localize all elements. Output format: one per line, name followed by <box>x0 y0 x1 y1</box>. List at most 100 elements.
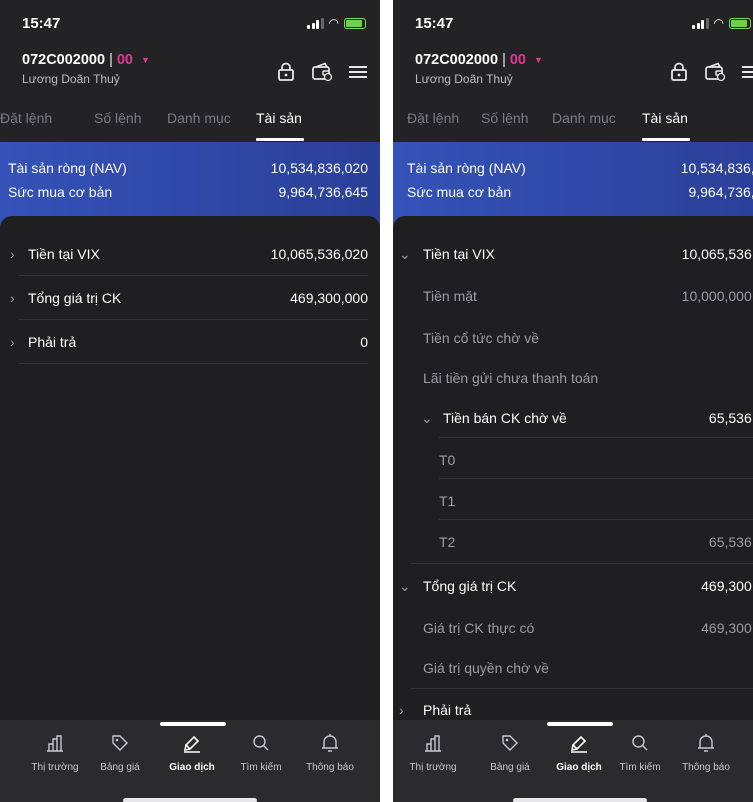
chart-icon <box>425 735 441 752</box>
nav-bang-gia[interactable]: Bảng giá <box>475 732 545 773</box>
signal-icon <box>692 17 709 29</box>
row-t0: T0 0 <box>393 438 753 482</box>
row-label: Giá trị CK thực có <box>423 620 535 636</box>
row-gia-tri-quyen: Giá trị quyền chờ về 0 <box>393 646 753 690</box>
account-selector[interactable]: 072C002000 | 00 ▼ Lương Doãn Thuỷ <box>22 52 150 86</box>
row-label: Tiền bán CK chờ về <box>443 410 567 426</box>
nav-value: 10,534,836,020 <box>270 160 368 176</box>
divider <box>18 363 368 364</box>
row-label: Lãi tiền gửi chưa thanh toán <box>423 370 599 386</box>
bottom-navigation: Thị trường Bảng giá Giao dịch Tìm kiếm T… <box>0 720 380 802</box>
row-tien-ban-ck[interactable]: ⌄ Tiền bán CK chờ về 65,536,020 <box>393 396 753 440</box>
tab-danh-muc[interactable]: Danh mục <box>167 110 231 126</box>
chevron-down-icon: ⌄ <box>399 577 411 594</box>
buying-power-value: 9,964,736,645 <box>278 184 368 200</box>
row-value: 65,536,020 <box>708 534 753 550</box>
chevron-down-icon: ⌄ <box>421 409 433 426</box>
lock-icon[interactable] <box>670 62 688 82</box>
dropdown-caret-icon[interactable]: ▼ <box>141 55 150 65</box>
status-time: 15:47 <box>22 15 61 32</box>
tag-icon <box>502 735 518 751</box>
row-phai-tra[interactable]: › Phải trả 0 <box>0 320 380 364</box>
row-label: Giá trị quyền chờ về <box>423 660 549 676</box>
tab-dat-lenh[interactable]: Đặt lệnh <box>407 110 459 126</box>
trade-icon <box>183 735 200 753</box>
nav-label: Thị trường <box>409 762 457 773</box>
account-owner-name: Lương Doãn Thuỷ <box>22 72 120 86</box>
chart-icon <box>47 735 63 752</box>
nav-label: Thông báo <box>306 762 354 773</box>
row-label: Tiền tại VIX <box>28 246 100 262</box>
nav-label: Bảng giá <box>490 762 530 773</box>
nav-giao-dich[interactable]: Giao dịch <box>157 732 227 773</box>
nav-label: Tài sản ròng (NAV) <box>407 160 526 176</box>
nav-bang-gia[interactable]: Bảng giá <box>85 732 155 773</box>
nav-thi-truong[interactable]: Thị trường <box>398 732 468 773</box>
row-tien-tai-vix[interactable]: ⌄ Tiền tại VIX 10,065,536,020 <box>393 232 753 276</box>
row-tong-gia-tri-ck[interactable]: › Tổng giá trị CK 469,300,000 <box>0 276 380 320</box>
active-nav-indicator <box>160 722 226 726</box>
right-phone-screen: 15:47 ◠ 072C002000 | 00 ▼ Lương Doãn Thu… <box>393 0 753 802</box>
lock-icon[interactable] <box>277 62 295 82</box>
nav-thong-bao[interactable]: Thông báo <box>295 732 365 773</box>
home-indicator <box>123 798 257 802</box>
menu-icon[interactable] <box>742 65 753 79</box>
row-value: 65,536,020 <box>708 410 753 426</box>
dropdown-caret-icon[interactable]: ▼ <box>534 55 543 65</box>
row-label: T0 <box>439 452 456 468</box>
active-nav-indicator <box>547 722 613 726</box>
row-label: Tiền tại VIX <box>423 246 495 262</box>
row-value: 0 <box>360 334 368 350</box>
nav-label: Thị trường <box>31 762 79 773</box>
wallet-icon[interactable] <box>311 62 333 82</box>
row-label: Phải trả <box>28 334 77 350</box>
chevron-right-icon: › <box>399 702 404 718</box>
row-label: T2 <box>439 534 456 550</box>
battery-icon <box>344 17 366 29</box>
row-label: Tổng giá trị CK <box>423 578 517 594</box>
row-value: 469,300,000 <box>290 290 368 306</box>
row-gia-tri-ck-thuc-co: Giá trị CK thực có 469,300,000 <box>393 606 753 650</box>
nav-thong-bao[interactable]: Thông báo <box>671 732 741 773</box>
account-id: 072C002000 <box>415 52 499 68</box>
nav-label: Bảng giá <box>100 762 140 773</box>
row-label: Tiền cổ tức chờ về <box>423 330 540 346</box>
row-t1: T1 0 <box>393 479 753 523</box>
nav-tim-kiem[interactable]: Tìm kiếm <box>605 732 675 773</box>
home-indicator <box>513 798 647 802</box>
nav-label: Giao dịch <box>169 762 215 773</box>
wallet-icon[interactable] <box>704 62 726 82</box>
chevron-right-icon: › <box>10 334 15 350</box>
tab-danh-muc[interactable]: Danh mục <box>552 110 616 126</box>
trade-icon <box>570 735 587 753</box>
nav-thi-truong[interactable]: Thị trường <box>20 732 90 773</box>
sub-account: 00 <box>509 52 526 68</box>
account-owner-name: Lương Doãn Thuỷ <box>415 72 513 86</box>
nav-label: Tìm kiếm <box>240 762 282 773</box>
chevron-right-icon: › <box>10 290 15 306</box>
account-selector[interactable]: 072C002000 | 00 ▼ Lương Doãn Thuỷ <box>415 52 543 86</box>
row-label: Phải trả <box>423 702 472 718</box>
battery-icon <box>729 17 751 29</box>
left-phone-screen: 15:47 ◠ 072C002000 | 00 ▼ Lương Doãn Thu… <box>0 0 380 802</box>
search-icon <box>253 735 269 751</box>
status-bar: 15:47 ◠ <box>0 0 380 44</box>
row-t2: T2 65,536,020 <box>393 520 753 564</box>
tab-tai-san[interactable]: Tài sản <box>642 110 688 126</box>
row-tien-tai-vix[interactable]: › Tiền tại VIX 10,065,536,020 <box>0 232 380 276</box>
row-tien-co-tuc: Tiền cổ tức chờ về 0 <box>393 316 753 360</box>
nav-value: 10,534,836,020 <box>680 160 753 176</box>
tab-so-lenh[interactable]: Số lệnh <box>94 110 141 126</box>
nav-tim-kiem[interactable]: Tìm kiếm <box>226 732 296 773</box>
wifi-icon: ◠ <box>713 16 724 30</box>
chevron-right-icon: › <box>10 246 15 262</box>
account-separator: | <box>502 52 506 68</box>
row-label: Tổng giá trị CK <box>28 290 122 306</box>
row-tong-gia-tri-ck[interactable]: ⌄ Tổng giá trị CK 469,300,000 <box>393 564 753 608</box>
tab-dat-lenh[interactable]: Đặt lệnh <box>0 110 52 126</box>
tab-tai-san[interactable]: Tài sản <box>256 110 302 126</box>
main-tabs: Đặt lệnh Số lệnh Danh mục Tài sản <box>0 110 380 142</box>
nav-giao-dich[interactable]: Giao dịch <box>544 732 614 773</box>
menu-icon[interactable] <box>349 65 367 79</box>
tab-so-lenh[interactable]: Số lệnh <box>481 110 528 126</box>
